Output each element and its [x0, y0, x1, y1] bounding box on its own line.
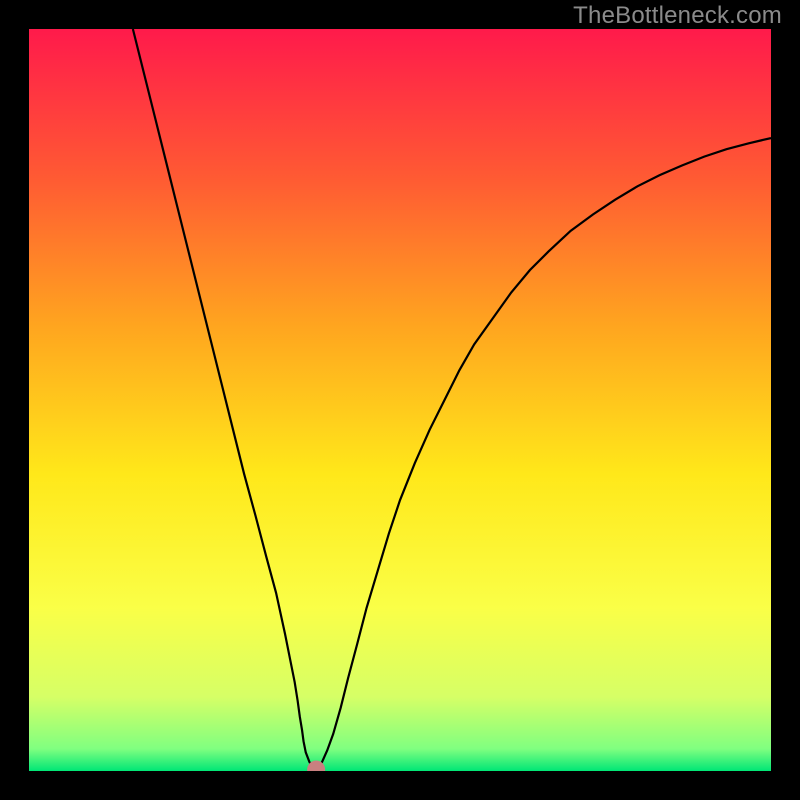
plot-background: [29, 29, 771, 771]
chart-frame: TheBottleneck.com: [0, 0, 800, 800]
watermark-text: TheBottleneck.com: [573, 2, 782, 30]
chart-plot: [29, 29, 771, 771]
